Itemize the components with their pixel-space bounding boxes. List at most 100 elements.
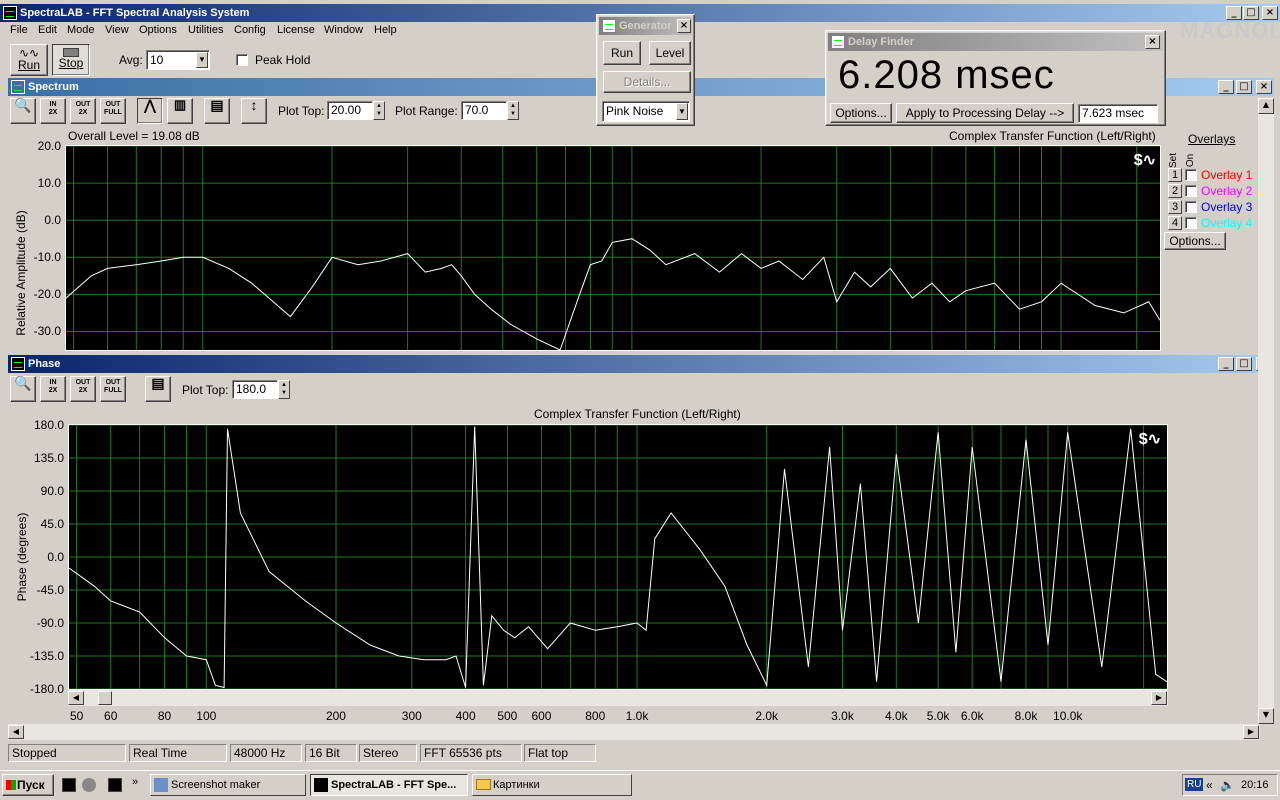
processing-delay-input[interactable]: 7.623 msec (1078, 104, 1158, 123)
menu-options[interactable]: Options (139, 24, 177, 36)
status-window: Flat top (524, 744, 596, 762)
phase-plot[interactable]: $∿ (68, 424, 1168, 690)
quicklaunch-icon[interactable] (82, 778, 96, 792)
run-button[interactable]: ∿∿ Run (10, 44, 48, 76)
bottom-scroll-right-button[interactable]: ▶ (1243, 725, 1259, 739)
speaker-icon[interactable]: 🔈 (1220, 778, 1235, 792)
spectrum-minimize-button[interactable]: _ (1218, 80, 1234, 94)
scroll-left-button[interactable]: ◀ (68, 691, 84, 705)
quicklaunch-icon[interactable] (62, 778, 76, 792)
spectrum-settings-button[interactable]: ▤ (204, 98, 230, 124)
overlay-set-1-button[interactable]: 1 (1168, 168, 1182, 182)
menu-view[interactable]: View (105, 24, 129, 36)
plot-type-icon[interactable]: $∿ (1134, 150, 1156, 170)
menu-edit[interactable]: Edit (38, 24, 57, 36)
zoom-in-2x-icon: IN 2X (48, 379, 58, 394)
quicklaunch-more-icon[interactable]: » (132, 776, 138, 788)
bottom-scrollbar[interactable]: ◀ ▶ (8, 724, 1260, 740)
spectrum-plot-top-input[interactable]: 20.00 (327, 101, 373, 120)
scroll-down-button[interactable]: ▼ (1258, 708, 1274, 724)
bar-plot-button[interactable]: ▥ (167, 98, 193, 124)
menu-utilities[interactable]: Utilities (188, 24, 223, 36)
delay-finder-title-bar[interactable]: Delay Finder (828, 33, 1163, 51)
menu-license[interactable]: License (277, 24, 315, 36)
chevron-down-icon[interactable]: ▼ (676, 103, 688, 120)
peak-hold-checkbox[interactable] (236, 54, 248, 66)
zoom-in-2x-button[interactable]: IN 2X (40, 98, 66, 124)
overlay-set-3-button[interactable]: 3 (1168, 200, 1182, 214)
overlay-2-checkbox[interactable] (1185, 185, 1197, 197)
autoscale-button[interactable]: ↕ (241, 98, 267, 124)
apply-delay-button[interactable]: Apply to Processing Delay --> (896, 103, 1074, 123)
spectrum-close-button[interactable]: × (1256, 80, 1272, 94)
scroll-thumb[interactable] (98, 691, 112, 705)
x-tick-label: 2.0k (755, 709, 779, 723)
start-button[interactable]: Пуск (2, 774, 54, 796)
taskbar-item-folder[interactable]: Картинки (472, 774, 632, 796)
menu-file[interactable]: File (10, 24, 28, 36)
line-plot-button[interactable]: ⋀ (137, 98, 163, 124)
vertical-scale-icon: ↕ (250, 97, 258, 113)
spectrum-plot-range-input[interactable]: 70.0 (461, 101, 507, 120)
phase-title-bar[interactable]: Phase (8, 355, 1274, 373)
plot-type-icon[interactable]: $∿ (1139, 429, 1161, 449)
overlay-3-checkbox[interactable] (1185, 201, 1197, 213)
window-icon (154, 778, 168, 792)
menu-mode[interactable]: Mode (67, 24, 95, 36)
overlay-set-4-button[interactable]: 4 (1168, 216, 1182, 230)
overlay-1-checkbox[interactable] (1185, 169, 1197, 181)
settings-list-icon: ▤ (210, 97, 224, 113)
vertical-scrollbar[interactable]: ▲ ▼ (1258, 98, 1274, 724)
generator-signal-select[interactable]: Pink Noise ▼ (602, 101, 690, 122)
phase-zoom-out-full-button[interactable]: OUT FULL (100, 376, 126, 402)
menu-config[interactable]: Config (234, 24, 266, 36)
stop-button[interactable]: Stop (52, 44, 90, 76)
phase-settings-button[interactable]: ▤ (145, 376, 171, 402)
spectrum-plot-range-label: Plot Range: (395, 104, 458, 118)
phase-zoom-out-2x-button[interactable]: OUT 2X (70, 376, 96, 402)
phase-minimize-button[interactable]: _ (1218, 357, 1234, 371)
language-indicator[interactable]: RU (1185, 778, 1204, 791)
menu-help[interactable]: Help (374, 24, 397, 36)
zoom-out-full-button[interactable]: OUT FULL (100, 98, 126, 124)
overlay-1-label: Overlay 1 (1201, 168, 1253, 182)
overlay-4-checkbox[interactable] (1185, 217, 1197, 229)
spectrum-plot[interactable]: $∿ (65, 145, 1161, 351)
tray-expand-icon[interactable]: « (1206, 778, 1213, 792)
overlay-set-2-button[interactable]: 2 (1168, 184, 1182, 198)
generator-details-button[interactable]: Details... (603, 71, 691, 93)
clock: 20:16 (1241, 779, 1269, 791)
bottom-scroll-left-button[interactable]: ◀ (8, 725, 24, 739)
spectrum-plot-range-spinner[interactable]: ▲ ▼ (507, 101, 519, 120)
overlay-3-label: Overlay 3 (1201, 200, 1253, 214)
phase-zoom-tool-button[interactable]: 🔍 (10, 376, 36, 402)
zoom-tool-button[interactable]: 🔍 (10, 98, 36, 124)
horizontal-scrollbar[interactable]: ◀ ▶ (68, 690, 1168, 706)
avg-select[interactable]: 10 ▼ (146, 50, 210, 70)
phase-plot-top-spinner[interactable]: ▲ ▼ (278, 380, 290, 399)
overall-level: Overall Level = 19.08 dB (68, 129, 200, 143)
zoom-out-2x-button[interactable]: OUT 2X (70, 98, 96, 124)
delay-options-button[interactable]: Options... (830, 103, 892, 123)
chevron-down-icon[interactable]: ▼ (196, 52, 208, 68)
spectrum-plot-top-spinner[interactable]: ▲ ▼ (373, 101, 385, 120)
taskbar-item-spectralab[interactable]: SpectraLAB - FFT Spe... (310, 774, 468, 796)
generator-run-button[interactable]: Run (603, 41, 641, 65)
phase-maximize-button[interactable]: □ (1236, 357, 1252, 371)
spectrum-maximize-button[interactable]: □ (1236, 80, 1252, 94)
phase-zoom-in-2x-button[interactable]: IN 2X (40, 376, 66, 402)
phase-plot-top-input[interactable]: 180.0 (232, 380, 278, 399)
generator-close-button[interactable]: × (677, 19, 691, 33)
menu-window[interactable]: Window (324, 24, 363, 36)
taskbar-item-screenshot-maker[interactable]: Screenshot maker (150, 774, 306, 796)
quicklaunch-icon[interactable] (108, 778, 122, 792)
scroll-right-button[interactable]: ▶ (1151, 691, 1167, 705)
generator-level-button[interactable]: Level (649, 41, 691, 65)
generator-window: Generator × Run Level Details... Pink No… (596, 14, 695, 126)
y-tick-label: -20.0 (33, 287, 61, 302)
x-tick-label: 3.0k (831, 709, 854, 723)
scroll-up-button[interactable]: ▲ (1258, 98, 1274, 114)
x-tick-label: 800 (585, 709, 606, 723)
delay-finder-close-button[interactable]: × (1145, 35, 1160, 49)
overlay-options-button[interactable]: Options... (1164, 232, 1226, 250)
